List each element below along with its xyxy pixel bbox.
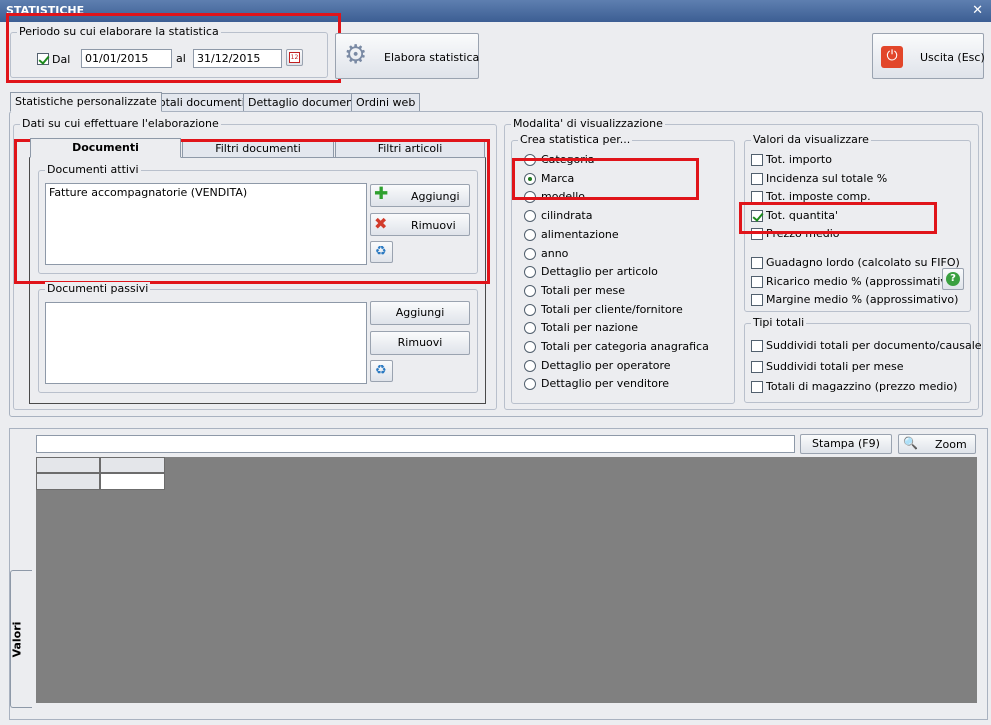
dati-legend: Dati su cui effettuare l'elaborazione — [20, 117, 221, 130]
tab-totali-documenti[interactable]: Totali documenti — [149, 93, 250, 111]
zoom-icon: 🔍 — [903, 436, 918, 450]
uscita-label: Uscita (Esc) — [920, 51, 985, 64]
tipi-legend: Tipi totali — [751, 316, 807, 329]
grid-row-header — [36, 473, 100, 490]
radio-option[interactable] — [524, 284, 536, 297]
radio-option-label: Dettaglio per articolo — [541, 265, 658, 279]
radio-option-label: cilindrata — [541, 209, 593, 223]
valori-checkbox[interactable] — [751, 154, 763, 166]
highlight-periodo — [6, 13, 341, 83]
radio-option-label: Totali per nazione — [541, 321, 639, 335]
crea-legend: Crea statistica per... — [518, 133, 633, 146]
tab-documenti[interactable]: Documenti — [30, 138, 181, 158]
valori-label: Guadagno lordo (calcolato su FIFO) — [766, 256, 960, 269]
radio-option[interactable] — [524, 341, 536, 353]
grid-cell[interactable] — [100, 473, 165, 490]
results-search-input[interactable] — [36, 435, 795, 453]
close-icon[interactable]: ✕ — [972, 3, 983, 18]
modalita-legend: Modalita' di visualizzazione — [511, 117, 665, 130]
radio-option-label: Totali per cliente/fornitore — [541, 302, 683, 316]
uscita-button[interactable]: ⏻ Uscita (Esc) — [872, 33, 985, 79]
zoom-label: Zoom — [935, 438, 967, 451]
valori-label: Incidenza sul totale % — [766, 171, 888, 185]
radio-option-label: Totali per mese — [541, 283, 625, 297]
elabora-label: Elabora statistica — [384, 51, 480, 64]
radio-option-label: Dettaglio per operatore — [541, 358, 671, 372]
stampa-button[interactable]: Stampa (F9) — [800, 434, 892, 454]
tipi-checkbox[interactable] — [751, 381, 763, 393]
side-tab-valori[interactable]: Valori — [10, 570, 32, 708]
grid-header-cell — [36, 457, 100, 473]
tipi-checkbox[interactable] — [751, 340, 763, 352]
radio-option[interactable] — [524, 359, 536, 372]
valori-legend: Valori da visualizzare — [751, 133, 871, 146]
highlight-documenti — [14, 139, 490, 284]
valori-label: Tot. importo — [766, 153, 832, 166]
tipi-label: Suddividi totali per documento/causale — [766, 339, 982, 352]
passivi-clear-button[interactable]: ♻ — [370, 360, 393, 382]
grid-header-cell — [100, 457, 165, 473]
radio-option-label: Totali per categoria anagrafica — [541, 340, 709, 353]
tab-dettaglio-documenti[interactable]: Dettaglio documenti — [243, 93, 366, 111]
zoom-button[interactable]: 🔍 Zoom — [898, 434, 976, 454]
tab-ordini-web[interactable]: Ordini web — [351, 93, 421, 111]
passivi-legend: Documenti passivi — [45, 282, 151, 295]
radio-option[interactable] — [524, 228, 536, 241]
radio-option-label: alimentazione — [541, 227, 619, 241]
passivi-add-button[interactable]: Aggiungi — [370, 301, 470, 325]
radio-option[interactable] — [524, 247, 536, 260]
tab-statistiche-personalizzate[interactable]: Statistiche personalizzate — [10, 92, 162, 112]
highlight-marca — [512, 158, 699, 200]
valori-checkbox[interactable] — [751, 172, 763, 185]
passivi-remove-button[interactable]: Rimuovi — [370, 331, 470, 355]
valori-label: Margine medio % (approssimativo) — [766, 293, 959, 306]
radio-option[interactable] — [524, 210, 536, 223]
highlight-quantita — [739, 202, 937, 234]
valori-checkbox[interactable] — [751, 294, 763, 306]
elabora-button[interactable]: ⚙ Elabora statistica — [335, 33, 479, 79]
help-button[interactable]: ? — [942, 268, 964, 290]
gears-icon: ⚙ — [344, 40, 368, 70]
side-tab-label: Valori — [10, 621, 24, 658]
radio-option-label: Dettaglio per venditore — [541, 377, 670, 391]
tipi-label: Totali di magazzino (prezzo medio) — [766, 380, 958, 393]
help-icon: ? — [946, 272, 960, 286]
valori-label: Ricarico medio % (approssimativo) — [766, 274, 958, 288]
valori-checkbox[interactable] — [751, 257, 763, 269]
tipi-checkbox[interactable] — [751, 360, 763, 373]
radio-option-label: anno — [541, 246, 569, 260]
power-icon: ⏻ — [881, 46, 903, 68]
tipi-label: Suddividi totali per mese — [766, 359, 904, 373]
results-grid[interactable] — [36, 457, 977, 703]
recycle-icon: ♻ — [375, 363, 387, 378]
valori-checkbox[interactable] — [751, 275, 763, 288]
passivi-list[interactable] — [45, 302, 367, 384]
radio-option[interactable] — [524, 303, 536, 316]
